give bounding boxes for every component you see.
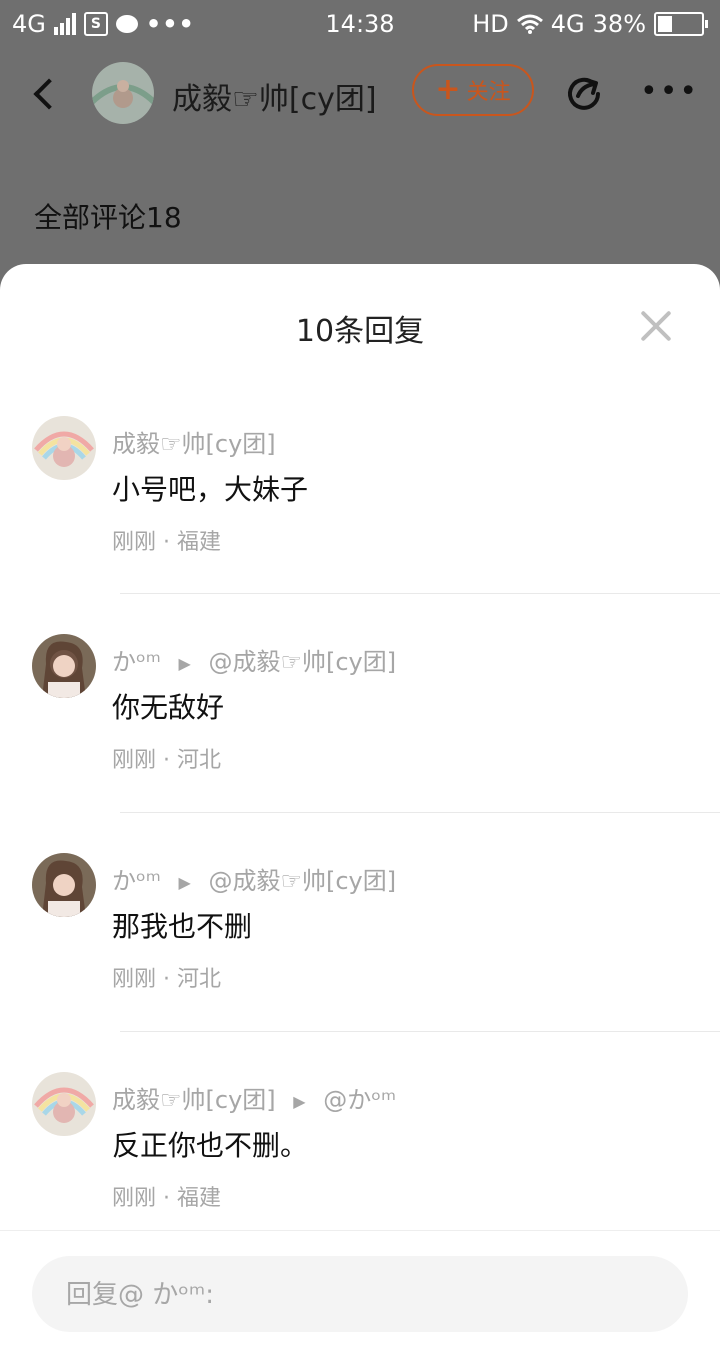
top-nav: 成毅☞帅[cy团] + 关注 ••• xyxy=(0,50,720,140)
battery-percent: 38% xyxy=(592,10,646,38)
reply-item[interactable]: 成毅☞帅[cy团] 小号吧，大妹子 刚刚 · 福建 xyxy=(0,416,720,586)
reply-meta: 刚刚 · 河北 xyxy=(112,748,221,773)
follow-button[interactable]: + 关注 xyxy=(412,64,534,116)
back-icon[interactable] xyxy=(30,78,60,112)
reply-author[interactable]: かᵒᵐ xyxy=(112,648,161,676)
reply-author[interactable]: かᵒᵐ xyxy=(112,867,161,895)
reply-composer[interactable] xyxy=(32,1256,688,1334)
reply-item[interactable]: かᵒᵐ ▶ @成毅☞帅[cy团] 那我也不删 刚刚 · 河北 xyxy=(0,853,720,1023)
reply-input[interactable] xyxy=(64,1256,668,1334)
reply-meta: 刚刚 · 福建 xyxy=(112,530,221,555)
battery-icon xyxy=(654,12,708,36)
author-avatar[interactable] xyxy=(92,62,154,124)
replies-sheet: 10条回复 成毅☞帅[cy团] 小号吧，大妹子 刚刚 · 福建 かᵒᵐ ▶ @成… xyxy=(0,264,720,1356)
reply-target[interactable]: @成毅☞帅[cy团] xyxy=(208,867,396,895)
follow-label: 关注 xyxy=(466,80,511,105)
more-options-icon[interactable]: ••• xyxy=(640,74,697,110)
network2-label: 4G xyxy=(550,10,585,38)
status-bar: 4G S ••• 14:38 HD 4G 38% xyxy=(0,0,720,50)
reply-target[interactable]: @かᵒᵐ xyxy=(323,1086,396,1114)
reply-text: 小号吧，大妹子 xyxy=(112,473,309,506)
reply-target[interactable]: @成毅☞帅[cy团] xyxy=(208,648,396,676)
reply-avatar[interactable] xyxy=(32,1072,96,1136)
sheet-title: 10条回复 xyxy=(295,314,425,349)
reply-header: かᵒᵐ ▶ @成毅☞帅[cy团] xyxy=(112,642,396,677)
divider xyxy=(120,812,720,813)
share-icon[interactable] xyxy=(564,72,604,112)
reply-avatar[interactable] xyxy=(32,634,96,698)
reply-avatar[interactable] xyxy=(32,416,96,480)
reply-header: 成毅☞帅[cy团] xyxy=(112,424,276,459)
divider xyxy=(120,1031,720,1032)
divider xyxy=(120,593,720,594)
reply-item[interactable]: 成毅☞帅[cy团] ▶ @かᵒᵐ 反正你也不删。 刚刚 · 福建 xyxy=(0,1072,720,1242)
reply-avatar[interactable] xyxy=(32,853,96,917)
reply-author[interactable]: 成毅☞帅[cy团] xyxy=(112,1086,276,1114)
reply-arrow-icon: ▶ xyxy=(178,872,191,892)
reply-text: 反正你也不删。 xyxy=(112,1129,309,1162)
reply-text: 那我也不删 xyxy=(112,910,253,943)
reply-text: 你无敌好 xyxy=(112,691,225,724)
reply-arrow-icon: ▶ xyxy=(293,1091,306,1111)
composer-divider xyxy=(0,1230,720,1231)
reply-meta: 刚刚 · 福建 xyxy=(112,1186,221,1211)
reply-author[interactable]: 成毅☞帅[cy团] xyxy=(112,430,276,458)
wifi-icon xyxy=(516,14,543,34)
reply-header: かᵒᵐ ▶ @成毅☞帅[cy团] xyxy=(112,861,396,896)
author-name[interactable]: 成毅☞帅[cy团] xyxy=(172,74,377,118)
plus-icon: + xyxy=(435,72,461,107)
hd-label: HD xyxy=(472,10,509,38)
reply-item[interactable]: かᵒᵐ ▶ @成毅☞帅[cy团] 你无敌好 刚刚 · 河北 xyxy=(0,634,720,804)
reply-header: 成毅☞帅[cy团] ▶ @かᵒᵐ xyxy=(112,1080,396,1115)
reply-arrow-icon: ▶ xyxy=(178,653,191,673)
close-icon[interactable] xyxy=(640,310,672,342)
reply-meta: 刚刚 · 河北 xyxy=(112,967,221,992)
all-comments-count: 全部评论18 xyxy=(34,201,182,234)
